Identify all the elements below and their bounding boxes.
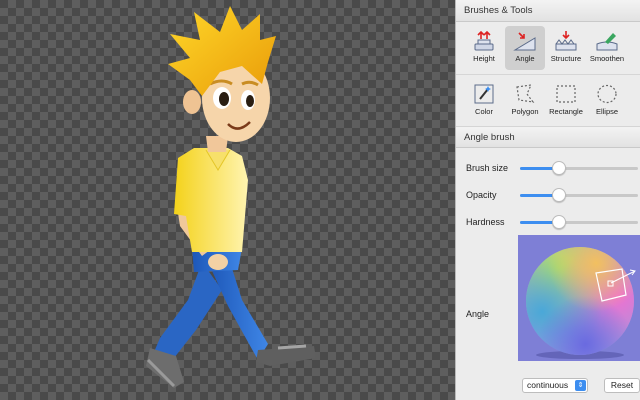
tool-color-label: Color — [475, 107, 493, 116]
ellipse-select-icon — [597, 84, 617, 104]
brush-size-label: Brush size — [466, 162, 509, 173]
tool-ellipse-select[interactable]: Ellipse — [587, 79, 627, 123]
brush-properties: Brush size Opacity Hardness Angle — [456, 148, 640, 365]
tool-polygon-label: Polygon — [511, 107, 539, 116]
angle-brush-icon — [513, 32, 536, 51]
tool-structure-brush[interactable]: Structure — [546, 26, 586, 70]
brush-size-row: Brush size — [456, 154, 640, 181]
structure-brush-icon — [555, 31, 577, 51]
tool-height-brush[interactable]: Height — [464, 26, 504, 70]
selection-tools-row: Color Polygon Rectangle Ellipse — [456, 74, 640, 126]
opacity-row: Opacity — [456, 181, 640, 208]
tool-angle-brush[interactable]: Angle — [505, 26, 545, 70]
normal-sphere — [526, 247, 636, 359]
slider-thumb[interactable] — [552, 160, 566, 175]
hardness-row: Hardness — [456, 208, 640, 235]
tool-ellipse-label: Ellipse — [595, 107, 619, 116]
angle-row: Angle — [456, 235, 640, 365]
side-panel: Brushes & Tools Height Angle Structure S… — [455, 0, 640, 400]
rectangle-select-icon — [556, 85, 576, 103]
angle-controls: continuous ⇕ Reset — [456, 378, 640, 394]
tool-smoothen-label: Smoothen — [589, 54, 625, 63]
tool-height-label: Height — [473, 54, 495, 63]
mode-select[interactable]: continuous ⇕ — [522, 378, 588, 393]
tool-rectangle-label: Rectangle — [549, 107, 583, 116]
tool-smoothen-brush[interactable]: Smoothen — [587, 26, 627, 70]
slider-thumb[interactable] — [552, 214, 566, 229]
brush-section-header: Angle brush — [456, 126, 640, 148]
angle-label: Angle — [466, 309, 490, 319]
reset-button[interactable]: Reset — [604, 378, 640, 393]
slider-thumb[interactable] — [552, 187, 566, 202]
polygon-select-icon — [516, 84, 535, 103]
tool-angle-label: Angle — [515, 54, 535, 63]
tool-rectangle-select[interactable]: Rectangle — [546, 79, 586, 123]
opacity-label: Opacity — [466, 189, 497, 200]
height-brush-icon — [474, 30, 494, 51]
mode-select-value: continuous — [527, 380, 569, 390]
character-sprite — [146, 6, 316, 388]
tool-structure-label: Structure — [550, 54, 582, 63]
magic-wand-icon — [474, 84, 494, 104]
tools-section-header: Brushes & Tools — [456, 0, 640, 22]
canvas[interactable] — [0, 0, 455, 400]
tool-polygon-select[interactable]: Polygon — [505, 79, 545, 123]
smoothen-brush-icon — [596, 33, 618, 51]
updown-chevron-icon: ⇕ — [575, 380, 586, 391]
angle-picker[interactable] — [518, 235, 640, 361]
hardness-slider[interactable] — [520, 213, 638, 231]
brush-size-slider[interactable] — [520, 159, 638, 177]
brush-tools-row: Height Angle Structure Smoothen — [456, 22, 640, 74]
opacity-slider[interactable] — [520, 186, 638, 204]
hardness-label: Hardness — [466, 216, 505, 227]
tool-color-select[interactable]: Color — [464, 79, 504, 123]
